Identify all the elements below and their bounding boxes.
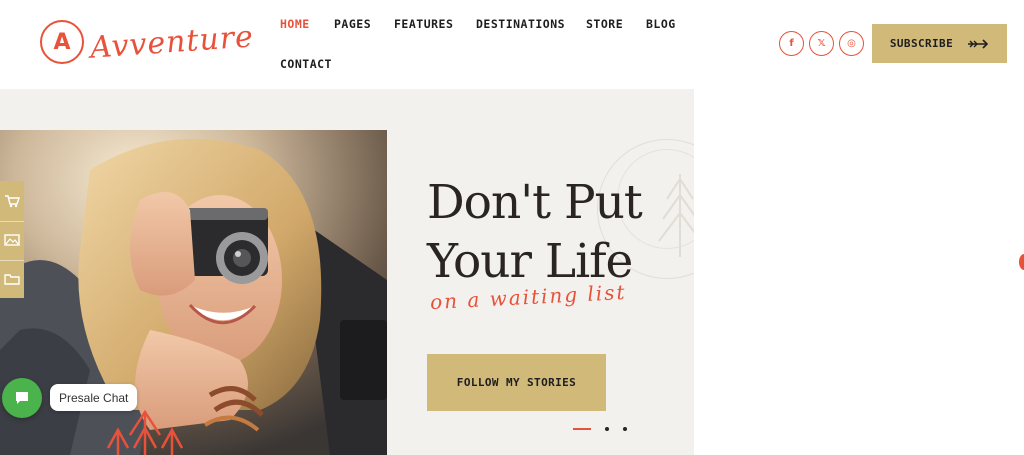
- nav-item-home[interactable]: HOME: [280, 17, 310, 31]
- slide-dot-2[interactable]: [605, 427, 609, 431]
- facebook-glyph: f: [789, 38, 794, 49]
- facebook-icon[interactable]: f: [779, 31, 804, 56]
- dock-cart-button[interactable]: [0, 183, 24, 219]
- long-arrow-right-icon: [968, 38, 989, 49]
- subscribe-button[interactable]: SUBSCRIBE: [872, 24, 1007, 63]
- slide-dot-3[interactable]: [623, 427, 627, 431]
- nav-item-destinations[interactable]: DESTINATIONS: [476, 17, 565, 31]
- chat-button[interactable]: [2, 378, 42, 418]
- edge-scroll-marker[interactable]: [1019, 254, 1024, 270]
- nav-item-store[interactable]: STORE: [586, 17, 623, 31]
- instagram-glyph: ◎: [847, 38, 856, 49]
- x-twitter-icon[interactable]: 𝕏: [809, 31, 834, 56]
- cart-icon: [5, 195, 20, 208]
- presale-chat-label[interactable]: Presale Chat: [50, 384, 138, 411]
- image-icon: [4, 234, 20, 246]
- headline-line-1: Don't Put: [427, 175, 643, 230]
- slider-pagination: [573, 427, 627, 431]
- dock-image-button[interactable]: [0, 222, 24, 258]
- x-glyph: 𝕏: [817, 38, 826, 49]
- nav-item-pages[interactable]: PAGES: [334, 17, 371, 31]
- site-logo[interactable]: A Avventure: [40, 18, 255, 66]
- dock-folder-button[interactable]: [0, 261, 24, 297]
- instagram-icon[interactable]: ◎: [839, 31, 864, 56]
- logo-badge: A: [40, 20, 84, 64]
- follow-my-stories-button[interactable]: FOLLOW MY STORIES: [427, 354, 606, 411]
- nav-item-contact[interactable]: CONTACT: [280, 57, 332, 71]
- chat-icon: [16, 392, 28, 404]
- nav-item-features[interactable]: FEATURES: [394, 17, 453, 31]
- subscribe-label: SUBSCRIBE: [889, 37, 954, 50]
- folder-icon: [4, 274, 20, 285]
- hero-headline: Don't Put Your Life: [427, 173, 643, 291]
- slide-dot-1[interactable]: [573, 428, 591, 430]
- side-dock: [0, 181, 24, 298]
- nav-item-blog[interactable]: BLOG: [646, 17, 676, 31]
- logo-wordmark: Avventure: [88, 18, 255, 66]
- tree-watermark-icon: [658, 174, 694, 257]
- page: A Avventure HOME PAGES FEATURES DESTINAT…: [0, 0, 1024, 455]
